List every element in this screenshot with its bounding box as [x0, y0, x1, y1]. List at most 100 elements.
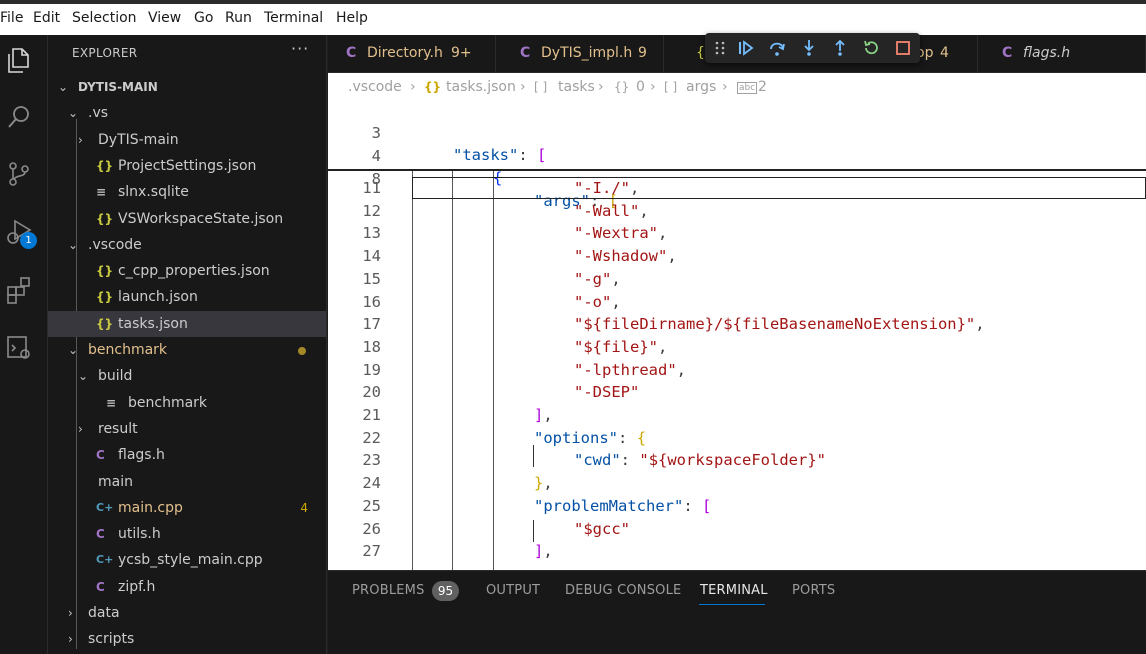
tree-item-folder-vs[interactable]: ⌄ .vs — [48, 100, 326, 126]
code-line[interactable]: 12 "-Wall", — [328, 200, 1146, 222]
tree-item-file-projectsettings[interactable]: {} ProjectSettings.json — [48, 153, 326, 179]
tab-problems[interactable]: PROBLEMS — [352, 583, 425, 598]
code-line[interactable]: 25 "problemMatcher": [ — [328, 495, 1146, 517]
restart-icon[interactable] — [862, 39, 880, 57]
tree-item-file-main-cpp[interactable]: C+ main.cpp 4 — [48, 495, 326, 521]
menu-view[interactable]: View — [148, 10, 181, 26]
code-text: }, — [534, 474, 553, 493]
step-over-icon[interactable] — [768, 39, 786, 57]
explorer-icon[interactable] — [4, 45, 34, 75]
breadcrumb-file[interactable]: tasks.json — [446, 73, 516, 101]
code-text: "${fileDirname}/${fileBasenameNoExtensio… — [574, 315, 985, 334]
chevron-right-icon[interactable]: › — [68, 600, 73, 626]
code-line[interactable]: 27], — [328, 540, 1146, 562]
menu-edit[interactable]: Edit — [33, 10, 60, 26]
menu-help[interactable]: Help — [336, 10, 368, 26]
menu-terminal[interactable]: Terminal — [264, 10, 323, 26]
chevron-down-icon[interactable]: ⌄ — [68, 337, 78, 363]
tab-dytis-impl-h[interactable]: C DyTIS_impl.h 9 — [496, 35, 664, 72]
tree-item-file-slnx[interactable]: ≡ slnx.sqlite — [48, 179, 326, 205]
tab-directory-h[interactable]: C Directory.h 9+ — [328, 35, 496, 72]
line-number: 25 — [362, 496, 381, 515]
breadcrumb-folder[interactable]: .vscode — [348, 73, 402, 101]
search-icon[interactable] — [4, 102, 34, 132]
code-line[interactable]: 26 "$gcc" — [328, 518, 1146, 540]
tree-item-folder-data[interactable]: › data — [48, 600, 326, 626]
code-line[interactable]: 20 "-DSEP" — [328, 381, 1146, 403]
drag-handle-icon[interactable] — [714, 40, 726, 56]
extensions-icon[interactable] — [4, 275, 34, 305]
tree-item-file-utils-h[interactable]: Cutils.h — [48, 521, 326, 547]
chevron-down-icon[interactable]: ⌄ — [68, 100, 78, 126]
step-out-icon[interactable] — [831, 39, 849, 57]
tab-flags-h[interactable]: C flags.h — [978, 35, 1146, 72]
tree-item-folder-vscode[interactable]: ⌄ .vscode — [48, 232, 326, 258]
tab-badge: 9 — [638, 45, 647, 61]
tab-debug-console[interactable]: DEBUG CONSOLE — [565, 583, 681, 598]
menu-bar: File Edit Selection View Go Run Terminal… — [0, 0, 1146, 35]
code-line[interactable]: 15 "-g", — [328, 268, 1146, 290]
tree-item-file-vsworkspacestate[interactable]: {} VSWorkspaceState.json — [48, 206, 326, 232]
remote-explorer-icon[interactable] — [4, 333, 34, 363]
tree-item-label: .vs — [88, 105, 109, 122]
breadcrumb-item[interactable]: 2 — [758, 73, 767, 101]
sticky-line[interactable]: 4 { — [328, 123, 1146, 187]
menu-file[interactable]: File — [0, 10, 23, 26]
code-line[interactable]: 17 "${fileDirname}/${fileBasenameNoExtens… — [328, 313, 1146, 335]
sticky-line[interactable]: 3 "tasks": [ — [328, 100, 1146, 164]
code-line[interactable]: 22 "options": { — [328, 427, 1146, 449]
tree-item-file-ycsb-style-main[interactable]: C+ ycsb_style_main.cpp — [48, 547, 326, 573]
more-actions-icon[interactable]: ··· — [291, 39, 309, 58]
chevron-right-icon[interactable]: › — [78, 127, 83, 153]
chevron-right-icon[interactable]: › — [68, 626, 73, 652]
code-line[interactable]: 13 "-Wextra", — [328, 222, 1146, 244]
code-line[interactable]: 18 "${file}", — [328, 336, 1146, 358]
code-line[interactable]: 11 "-I./", — [328, 177, 1146, 199]
source-control-icon[interactable] — [4, 159, 34, 189]
code-line[interactable]: 19 "-lpthread", — [328, 359, 1146, 381]
menu-selection[interactable]: Selection — [72, 10, 137, 26]
tree-item-file-flags-h[interactable]: Cflags.h — [48, 442, 326, 468]
tree-item-label: ycsb_style_main.cpp — [118, 552, 263, 569]
code-line[interactable]: 24}, — [328, 472, 1146, 494]
code-line[interactable]: 16 "-o", — [328, 291, 1146, 313]
tree-item-file-c-cpp-properties[interactable]: {} c_cpp_properties.json — [48, 258, 326, 284]
tab-terminal[interactable]: TERMINAL — [700, 583, 768, 598]
tree-item-folder-build[interactable]: ⌄ build — [48, 363, 326, 389]
breadcrumb-index[interactable]: 0 — [636, 73, 645, 101]
line-number: 17 — [362, 315, 381, 334]
tree-item-file-tasks[interactable]: {} tasks.json — [48, 310, 326, 337]
code-line[interactable]: 23 "cwd": "${workspaceFolder}" — [328, 449, 1146, 471]
tree-item-file-launch[interactable]: {} launch.json — [48, 284, 326, 310]
step-into-icon[interactable] — [800, 39, 818, 57]
line-number: 12 — [362, 201, 381, 220]
tree-item-folder-benchmark[interactable]: ⌄ benchmark — [48, 337, 326, 363]
tab-badge: 9+ — [451, 45, 472, 61]
chevron-right-icon[interactable]: › — [78, 416, 83, 442]
chevron-down-icon[interactable]: ⌄ — [78, 363, 88, 389]
tree-item-folder-dytis-main-sub[interactable]: › DyTIS-main — [48, 127, 326, 153]
sticky-line[interactable]: 8 "args": [ — [328, 146, 1146, 210]
tree-item-file-zipf-h[interactable]: Czipf.h — [48, 574, 326, 600]
chevron-down-icon[interactable]: ⌄ — [68, 232, 78, 258]
code-line[interactable]: 21], — [328, 404, 1146, 426]
tab-ports[interactable]: PORTS — [792, 583, 835, 598]
cpp-file-icon: C+ — [96, 500, 114, 514]
tree-item-label: DyTIS-main — [98, 131, 179, 148]
code-line[interactable]: 14 "-Wshadow", — [328, 245, 1146, 267]
continue-icon[interactable] — [737, 39, 755, 57]
tree-item-folder-dytis-main[interactable]: ⌄ DYTIS-MAIN — [48, 74, 326, 100]
chevron-down-icon[interactable]: ⌄ — [58, 74, 68, 100]
text-file-icon: ≡ — [96, 185, 107, 200]
stop-icon[interactable] — [894, 39, 912, 57]
tree-item-file-benchmark[interactable]: ≡ benchmark — [48, 390, 326, 416]
tree-item-file-main[interactable]: main — [48, 469, 326, 495]
breadcrumb-args[interactable]: args — [686, 73, 716, 101]
tab-output[interactable]: OUTPUT — [486, 583, 540, 598]
breadcrumb-tasks[interactable]: tasks — [558, 73, 595, 101]
menu-run[interactable]: Run — [225, 10, 252, 26]
editor[interactable]: .vscode › {} tasks.json › [ ] tasks › {}… — [328, 73, 1146, 570]
tree-item-folder-scripts[interactable]: › scripts — [48, 626, 326, 652]
tree-item-folder-result[interactable]: › result — [48, 416, 326, 442]
menu-go[interactable]: Go — [194, 10, 213, 26]
